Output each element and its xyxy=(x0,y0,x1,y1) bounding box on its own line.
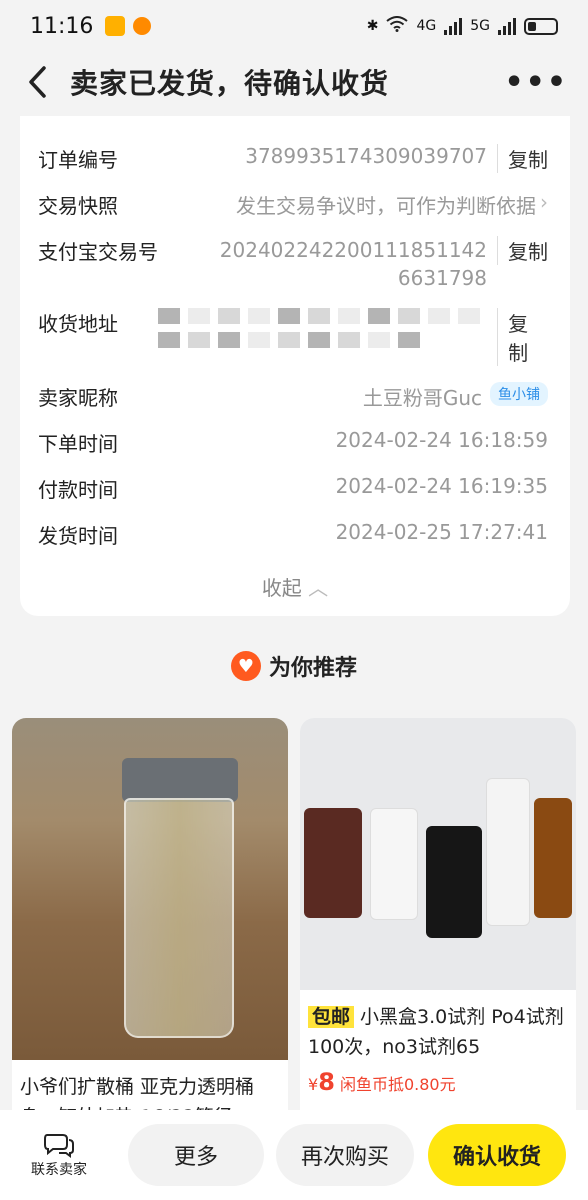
order-time-label: 下单时间 xyxy=(38,432,118,456)
order-number-label: 订单编号 xyxy=(38,148,118,172)
chevron-up-icon: ︿ xyxy=(308,576,329,600)
network-5g-label: 5G xyxy=(470,18,490,34)
alipay-value-line1: 20240224220011185114​2 xyxy=(219,238,487,262)
alipay-row: 支付宝交易号 20240224220011185114​2 6631798 复制 xyxy=(38,236,548,292)
status-bar: 11:16 ✱ 4G 5G xyxy=(0,0,588,52)
wifi-icon xyxy=(386,16,409,36)
status-time: 11:16 xyxy=(30,13,94,39)
app-notification-icon xyxy=(105,16,126,36)
order-time-value: 2024-02-24 16:18:59 xyxy=(335,428,548,452)
snapshot-value: 发生交易争议时，可作为判断依据 xyxy=(236,194,536,218)
heart-icon: ♥ xyxy=(230,651,261,681)
ship-time-value: 2024-02-25 17:27:41 xyxy=(335,520,548,544)
confirm-receipt-button[interactable]: 确认收货 xyxy=(428,1124,566,1186)
contact-seller-label: 联系卖家 xyxy=(31,1162,87,1178)
snapshot-label: 交易快照 xyxy=(38,194,118,218)
product-image xyxy=(12,718,288,1060)
chat-bubble-icon xyxy=(44,1134,74,1158)
network-4g-label: 4G xyxy=(416,18,437,34)
product-title-block: 包邮 小黑盒3.0试剂 Po4试剂100次，no3试剂65 xyxy=(300,990,576,1062)
product-card[interactable]: 包邮 小黑盒3.0试剂 Po4试剂100次，no3试剂65 ¥8 闲鱼币抵0.80… xyxy=(300,718,576,1138)
copy-alipay-button[interactable]: 复制 xyxy=(497,236,548,265)
ship-time-row: 发货时间 2024-02-25 17:27:41 xyxy=(38,520,548,549)
currency-symbol: ¥ xyxy=(308,1075,319,1094)
collapse-label: 收起 xyxy=(261,576,302,600)
back-button[interactable] xyxy=(20,64,56,100)
order-detail-card: 订单编号 3789935174309039707 复制 交易快照 发生交易争议时… xyxy=(20,116,570,616)
shop-tag: 鱼小铺 xyxy=(490,382,548,406)
seller-row: 卖家昵称 土豆粉哥Guc 鱼小铺 xyxy=(38,382,548,411)
page-title: 卖家已发货，待确认收货 xyxy=(70,67,390,100)
more-button[interactable]: 更多 xyxy=(128,1124,264,1186)
status-icons: ✱ 4G 5G xyxy=(367,16,558,36)
recommend-header: ♥ 为你推荐 xyxy=(0,650,588,682)
order-time-row: 下单时间 2024-02-24 16:18:59 xyxy=(38,428,548,457)
address-redacted xyxy=(158,308,487,348)
order-number-value: 3789935174309039707 xyxy=(245,144,487,168)
pay-time-row: 付款时间 2024-02-24 16:19:35 xyxy=(38,474,548,503)
seller-value[interactable]: 土豆粉哥Guc xyxy=(363,382,482,411)
bottom-action-bar: 联系卖家 更多 再次购买 确认收货 xyxy=(0,1110,588,1200)
ship-time-label: 发货时间 xyxy=(38,524,118,548)
nav-bar: 卖家已发货，待确认收货 ••• xyxy=(0,52,588,112)
battery-icon xyxy=(524,17,558,35)
product-card[interactable]: 小爷们扩散桶 亚克力透明桶身，缸外加热 16/22管径 xyxy=(12,718,288,1138)
collapse-button[interactable]: 收起 ︿ xyxy=(20,572,570,601)
bluetooth-icon: ✱ xyxy=(366,18,379,34)
signal-icon xyxy=(444,17,463,35)
app-notification-icon xyxy=(133,17,152,35)
copy-order-number-button[interactable]: 复制 xyxy=(497,144,548,173)
more-menu-button[interactable]: ••• xyxy=(504,65,568,100)
product-image xyxy=(300,718,576,990)
recommend-title: 为你推荐 xyxy=(268,656,357,681)
contact-seller-button[interactable]: 联系卖家 xyxy=(16,1131,102,1179)
order-number-row: 订单编号 3789935174309039707 复制 xyxy=(38,144,548,173)
buy-again-button[interactable]: 再次购买 xyxy=(276,1124,414,1186)
signal-icon xyxy=(498,17,516,35)
alipay-value: 20240224220011185114​2 6631798 xyxy=(220,236,487,292)
snapshot-row[interactable]: 交易快照 发生交易争议时，可作为判断依据 › xyxy=(38,190,548,219)
address-label: 收货地址 xyxy=(38,312,118,336)
alipay-label: 支付宝交易号 xyxy=(38,240,158,264)
seller-label: 卖家昵称 xyxy=(38,386,118,410)
price-value: 8 xyxy=(318,1068,335,1096)
coin-discount: 闲鱼币抵0.80元 xyxy=(339,1075,456,1094)
address-row: 收货地址 复制 xyxy=(38,308,548,366)
back-arrow-icon xyxy=(29,66,46,98)
product-price: ¥8 闲鱼币抵0.80元 xyxy=(300,1062,576,1102)
pay-time-label: 付款时间 xyxy=(38,478,118,502)
copy-address-button[interactable]: 复制 xyxy=(497,308,548,366)
free-shipping-badge: 包邮 xyxy=(308,1006,355,1028)
alipay-value-line2: 6631798 xyxy=(397,266,487,290)
pay-time-value: 2024-02-24 16:19:35 xyxy=(335,474,548,498)
chevron-right-icon: › xyxy=(540,190,548,214)
